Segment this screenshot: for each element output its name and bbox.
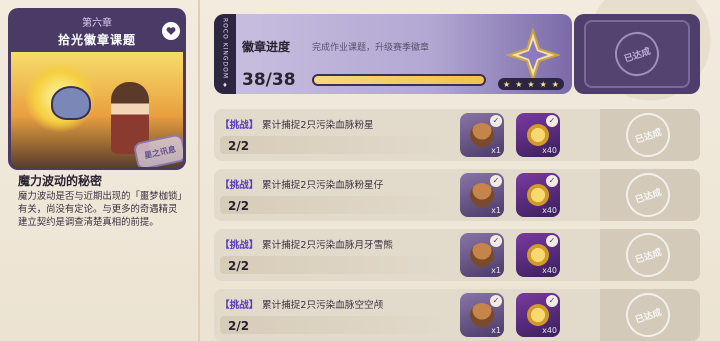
task-count: 2/2 (228, 259, 250, 273)
check-icon: ✓ (490, 235, 502, 247)
chapter-illustration: 星之讯息 (8, 52, 186, 170)
acorn-icon (470, 303, 494, 327)
reward-item-coin[interactable]: ✓ x40 (516, 173, 560, 217)
task-count-bg (220, 196, 450, 214)
check-icon: ✓ (490, 115, 502, 127)
star-icon: ★ (503, 79, 511, 89)
task-info: 【挑战】 累计捕捉2只污染血脉粉星仔 2/2 (214, 169, 456, 221)
task-status-area[interactable]: 已达成 (600, 227, 700, 283)
reward-item-acorn[interactable]: ✓ x1 (460, 113, 504, 157)
coin-icon (527, 304, 549, 326)
task-tag: 【挑战】 (220, 240, 259, 251)
task-count-bg (220, 256, 450, 274)
coin-icon (527, 124, 549, 146)
task-status-area[interactable]: 已达成 (600, 167, 700, 223)
task-row: 【挑战】 累计捕捉2只污染血脉粉星仔 2/2 ✓ x1 ✓ x40 已达成 (214, 167, 700, 223)
reward-item-acorn[interactable]: ✓ x1 (460, 293, 504, 337)
task-done-stamp: 已达成 (620, 287, 676, 341)
task-status-area[interactable]: 已达成 (600, 107, 700, 163)
task-tag: 【挑战】 (220, 300, 259, 311)
star-icon: ★ (539, 79, 547, 89)
badge-progress-bar (312, 74, 486, 86)
task-row: 【挑战】 累计捕捉2只污染血脉粉星 2/2 ✓ x1 ✓ x40 已达成 (214, 107, 700, 163)
check-icon: ✓ (490, 295, 502, 307)
reward-item-acorn[interactable]: ✓ x1 (460, 173, 504, 217)
heart-icon (166, 27, 176, 35)
item-quantity: x40 (542, 266, 557, 275)
reward-item-acorn[interactable]: ✓ x1 (460, 233, 504, 277)
item-quantity: x1 (491, 206, 501, 215)
chapter-number: 第六章 (82, 18, 112, 29)
item-quantity: x40 (542, 146, 557, 155)
task-status-area[interactable]: 已达成 (600, 287, 700, 341)
task-done-stamp: 已达成 (620, 167, 676, 223)
badge-progress-card: ROCO KINGDOM ♦ 徽章进度 完成作业课题，升级赛季徽章 38/38 … (214, 14, 572, 94)
badge-progress-hint: 完成作业课题，升级赛季徽章 (312, 43, 430, 53)
badge-reward-card[interactable]: 已达成 (574, 14, 700, 94)
badge-progress-count: 38/38 (242, 70, 296, 90)
acorn-icon (470, 123, 494, 147)
star-badge-icon (506, 28, 560, 82)
coin-icon (527, 184, 549, 206)
badge-progress-fill (314, 76, 484, 84)
item-quantity: x1 (491, 326, 501, 335)
task-count: 2/2 (228, 139, 250, 153)
star-icon: ★ (551, 79, 559, 89)
task-tag: 【挑战】 (220, 180, 259, 191)
season-badge-icon[interactable] (506, 28, 560, 82)
badge-star-rating: ★ ★ ★ ★ ★ (498, 78, 564, 90)
coin-icon (527, 244, 549, 266)
star-icon: ★ (527, 79, 535, 89)
check-icon: ✓ (546, 175, 558, 187)
task-count-bg (220, 136, 450, 154)
task-row: 【挑战】 累计捕捉2只污染血脉月牙雪熊 2/2 ✓ x1 ✓ x40 已达成 (214, 227, 700, 283)
task-info: 【挑战】 累计捕捉2只污染血脉空空颅 2/2 (214, 289, 456, 341)
chapter-header: 第六章 拾光徽章课题 (8, 8, 186, 52)
reward-item-coin[interactable]: ✓ x40 (516, 233, 560, 277)
task-description: 累计捕捉2只污染血脉粉星仔 (262, 180, 384, 191)
chapter-title: 拾光徽章课题 (57, 33, 136, 47)
item-quantity: x1 (491, 266, 501, 275)
acorn-icon (470, 243, 494, 267)
chapter-description: 魔力波动是否与近期出现的「噩梦枷锁」有关，尚没有定论。与更多的奇遇精灵建立契约是… (18, 191, 183, 228)
check-icon: ✓ (546, 115, 558, 127)
task-done-stamp: 已达成 (620, 107, 676, 163)
star-icon: ★ (515, 79, 523, 89)
task-count: 2/2 (228, 199, 250, 213)
item-quantity: x40 (542, 206, 557, 215)
task-row: 【挑战】 累计捕捉2只污染血脉空空颅 2/2 ✓ x1 ✓ x40 已达成 (214, 287, 700, 341)
panel-divider (198, 0, 200, 341)
progress-side-text: ROCO KINGDOM ♦ (214, 14, 236, 94)
task-count: 2/2 (228, 319, 250, 333)
acorn-icon (470, 183, 494, 207)
task-info: 【挑战】 累计捕捉2只污染血脉粉星 2/2 (214, 109, 456, 161)
reward-item-coin[interactable]: ✓ x40 (516, 293, 560, 337)
check-icon: ✓ (490, 175, 502, 187)
favorite-button[interactable] (162, 22, 180, 40)
task-description: 累计捕捉2只污染血脉粉星 (262, 120, 374, 131)
badge-progress-label: 徽章进度 (242, 40, 291, 54)
item-quantity: x40 (542, 326, 557, 335)
task-info: 【挑战】 累计捕捉2只污染血脉月牙雪熊 2/2 (214, 229, 456, 281)
task-description: 累计捕捉2只污染血脉月牙雪熊 (262, 240, 393, 251)
check-icon: ✓ (546, 295, 558, 307)
check-icon: ✓ (546, 235, 558, 247)
task-description: 累计捕捉2只污染血脉空空颅 (262, 300, 384, 311)
task-done-stamp: 已达成 (620, 227, 676, 283)
task-count-bg (220, 316, 450, 334)
task-tag: 【挑战】 (220, 120, 259, 131)
item-quantity: x1 (491, 146, 501, 155)
art-creature (51, 86, 91, 120)
reward-item-coin[interactable]: ✓ x40 (516, 113, 560, 157)
chapter-heading: 魔力波动的秘密 (18, 174, 103, 188)
